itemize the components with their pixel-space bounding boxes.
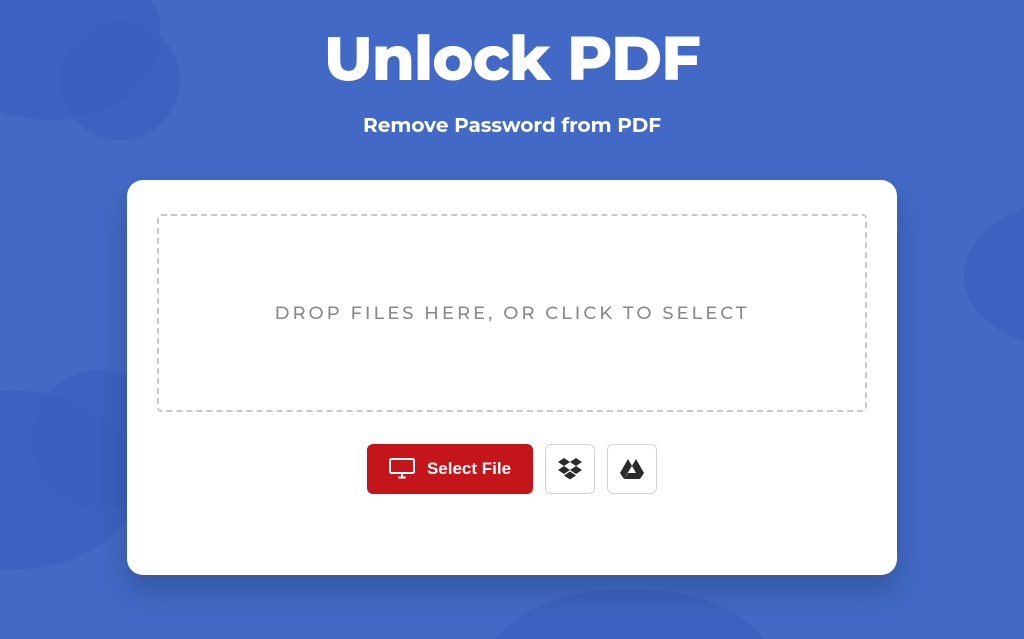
dropbox-icon xyxy=(558,458,582,480)
file-dropzone[interactable]: DROP FILES HERE, OR CLICK TO SELECT xyxy=(157,214,867,412)
select-file-label: Select File xyxy=(427,459,511,479)
decorative-cloud xyxy=(480,590,780,639)
upload-card: DROP FILES HERE, OR CLICK TO SELECT Sele… xyxy=(127,180,897,575)
dropzone-label: DROP FILES HERE, OR CLICK TO SELECT xyxy=(275,302,750,324)
google-drive-button[interactable] xyxy=(607,444,657,494)
page-title: Unlock PDF xyxy=(324,20,700,96)
google-drive-icon xyxy=(620,458,644,480)
monitor-icon xyxy=(389,458,415,480)
dropbox-button[interactable] xyxy=(545,444,595,494)
page-subtitle: Remove Password from PDF xyxy=(363,114,661,138)
select-file-button[interactable]: Select File xyxy=(367,444,533,494)
button-row: Select File xyxy=(367,444,657,494)
